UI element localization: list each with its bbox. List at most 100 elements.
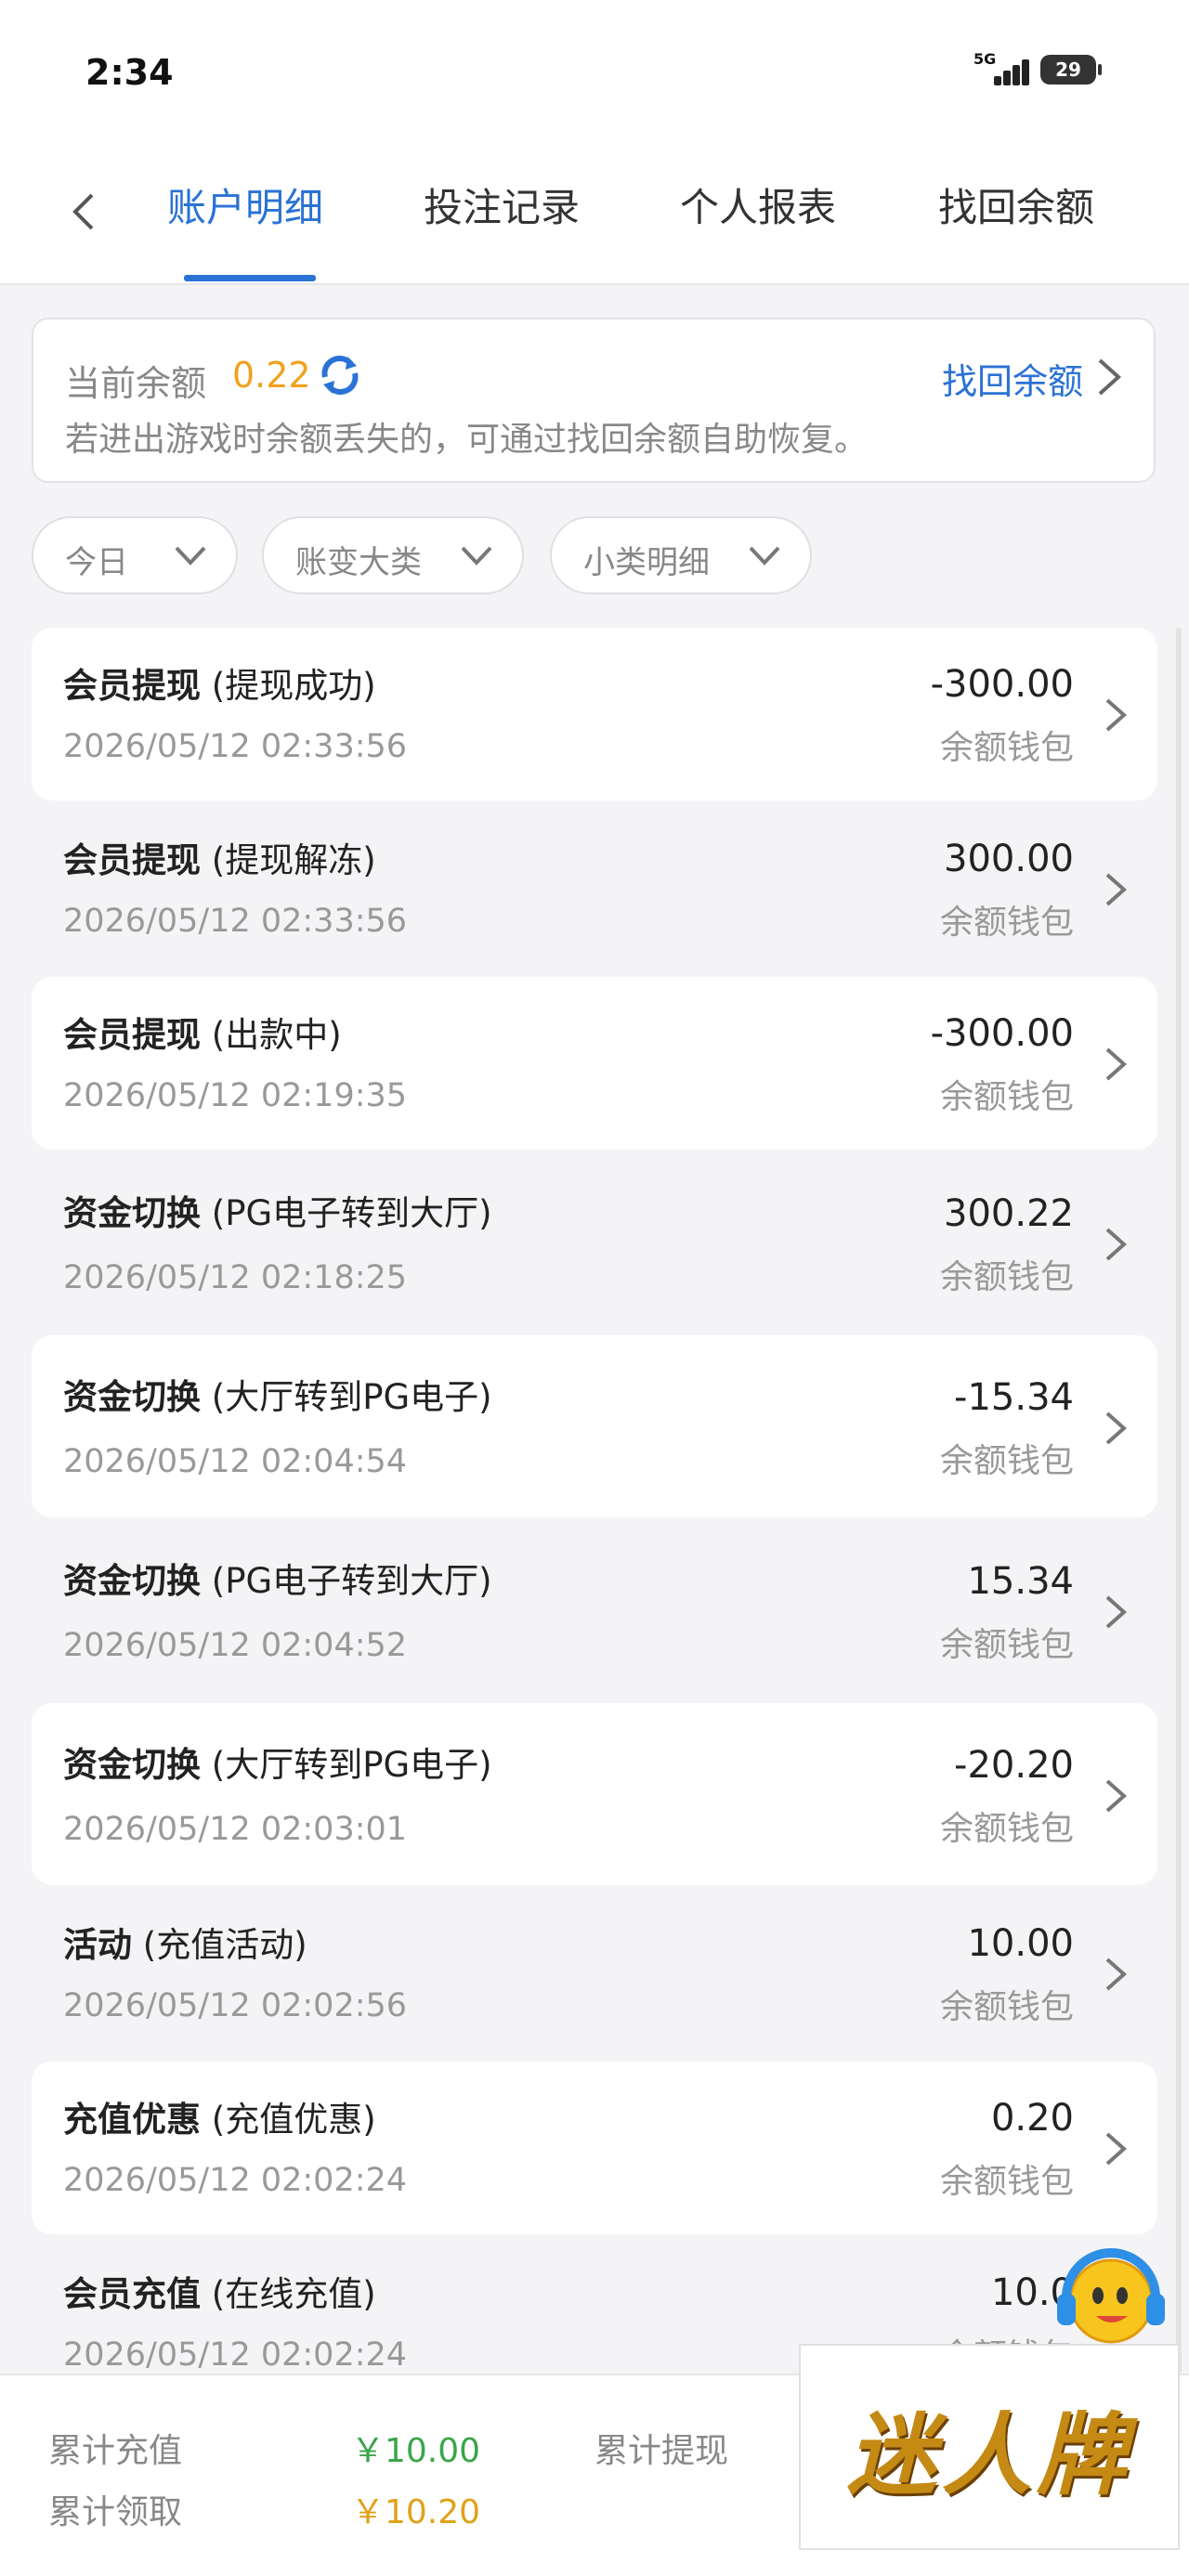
filter-date[interactable]: 今日: [32, 516, 238, 594]
transaction-detail: (充值活动): [142, 1925, 307, 1965]
transaction-wallet: 余额钱包: [939, 1988, 1074, 2026]
transaction-date: 2026/05/12 02:33:56: [63, 903, 408, 940]
chevron-right-icon: [1105, 2132, 1128, 2166]
balance-value: 0.22: [232, 355, 311, 396]
transaction-type: 资金切换: [63, 1561, 201, 1601]
transaction-date: 2026/05/12 02:18:25: [63, 1259, 408, 1296]
transaction-date: 2026/05/12 02:19:35: [63, 1077, 408, 1114]
transaction-amount: 10.00: [967, 1922, 1074, 1965]
list-item[interactable]: 活动 (充值活动) 2026/05/12 02:02:56 10.00 余额钱包: [32, 1887, 1157, 2060]
transaction-amount: 300.22: [944, 1192, 1074, 1235]
chevron-down-icon: [175, 546, 206, 566]
transaction-amount: -20.20: [954, 1744, 1074, 1787]
tab-personal-report[interactable]: 个人报表: [680, 176, 836, 233]
scrollbar[interactable]: [1176, 628, 1182, 2374]
transaction-wallet: 余额钱包: [939, 1810, 1074, 1848]
chevron-right-icon: [1105, 1958, 1128, 1991]
tab-bet-records[interactable]: 投注记录: [424, 176, 580, 233]
customer-support-icon[interactable]: [1046, 2242, 1176, 2353]
chevron-right-icon: [1105, 1412, 1128, 1445]
transaction-amount: 300.00: [944, 838, 1074, 880]
list-item[interactable]: 会员提现 (出款中) 2026/05/12 02:19:35 -300.00 余…: [32, 977, 1157, 1150]
back-icon[interactable]: [56, 184, 111, 240]
brand-logo: 迷人牌: [799, 2344, 1180, 2550]
recover-balance-link[interactable]: 找回余额: [942, 353, 1083, 404]
transaction-amount: -300.00: [930, 1012, 1074, 1055]
list-item[interactable]: 会员提现 (提现解冻) 2026/05/12 02:33:56 300.00 余…: [32, 802, 1157, 975]
transaction-wallet: 余额钱包: [939, 1626, 1074, 1664]
transaction-type: 会员提现: [63, 1015, 201, 1055]
top-nav: 账户明细 投注记录 个人报表 找回余额: [0, 139, 1189, 285]
transaction-type: 资金切换: [63, 1193, 201, 1233]
transaction-detail: (在线充值): [211, 2274, 376, 2314]
chevron-down-icon: [461, 546, 492, 566]
total-recharge-value: ￥10.00: [351, 2432, 481, 2470]
filter-subcategory-label: 小类明细: [583, 544, 710, 581]
transaction-detail: (PG电子转到大厅): [211, 1193, 492, 1233]
transaction-date: 2026/05/12 02:04:52: [63, 1627, 408, 1664]
transaction-detail: (充值优惠): [211, 2100, 376, 2140]
transaction-date: 2026/05/12 02:02:24: [63, 2162, 408, 2199]
brand-text: 迷人牌: [847, 2401, 1131, 2507]
tab-recover-balance[interactable]: 找回余额: [938, 176, 1094, 233]
total-recharge-label: 累计充值: [48, 2432, 183, 2470]
transaction-type: 会员充值: [63, 2274, 201, 2314]
filter-date-label: 今日: [65, 544, 128, 581]
total-withdraw-label: 累计提现: [594, 2432, 729, 2470]
transaction-type: 会员提现: [63, 666, 201, 706]
list-item[interactable]: 资金切换 (大厅转到PG电子) 2026/05/12 02:03:01 -20.…: [32, 1703, 1157, 1885]
total-received-label: 累计领取: [48, 2493, 183, 2531]
transaction-detail: (大厅转到PG电子): [211, 1377, 492, 1417]
signal-icon: 5G: [973, 50, 1029, 85]
transaction-detail: (大厅转到PG电子): [211, 1745, 492, 1785]
transaction-type: 会员提现: [63, 840, 201, 880]
transaction-wallet: 余额钱包: [939, 2163, 1074, 2201]
transaction-detail: (PG电子转到大厅): [211, 1561, 492, 1601]
tab-account-details[interactable]: 账户明细: [167, 176, 323, 233]
transaction-list[interactable]: 会员提现 (提现成功) 2026/05/12 02:33:56 -300.00 …: [32, 628, 1157, 2374]
chevron-right-icon: [1105, 1779, 1128, 1813]
transaction-wallet: 余额钱包: [939, 1078, 1074, 1116]
transaction-date: 2026/05/12 02:02:24: [63, 2336, 408, 2374]
list-item[interactable]: 资金切换 (PG电子转到大厅) 2026/05/12 02:04:52 15.3…: [32, 1519, 1157, 1701]
filter-category-label: 账变大类: [295, 544, 422, 581]
refresh-icon[interactable]: [316, 351, 364, 399]
balance-card: 当前余额 0.22 找回余额 若进出游戏时余额丢失的，可通过找回余额自助恢复。: [32, 318, 1156, 483]
transaction-amount: -15.34: [954, 1376, 1074, 1419]
transaction-detail: (提现解冻): [211, 840, 376, 880]
transaction-type: 资金切换: [63, 1745, 201, 1785]
clock: 2:34: [85, 52, 174, 93]
transaction-type: 资金切换: [63, 1377, 201, 1417]
chevron-right-icon: [1105, 1228, 1128, 1261]
transaction-date: 2026/05/12 02:03:01: [63, 1811, 408, 1848]
transaction-wallet: 余额钱包: [939, 1258, 1074, 1296]
total-received-value: ￥10.20: [351, 2493, 481, 2531]
chevron-right-icon: [1105, 1595, 1128, 1629]
transaction-detail: (出款中): [211, 1015, 342, 1055]
chevron-right-icon: [1105, 698, 1128, 732]
transaction-amount: -300.00: [930, 663, 1074, 706]
filter-category[interactable]: 账变大类: [262, 516, 524, 594]
transaction-detail: (提现成功): [211, 666, 376, 706]
list-item[interactable]: 会员提现 (提现成功) 2026/05/12 02:33:56 -300.00 …: [32, 628, 1157, 800]
transaction-wallet: 余额钱包: [939, 1442, 1074, 1480]
list-item[interactable]: 充值优惠 (充值优惠) 2026/05/12 02:02:24 0.20 余额钱…: [32, 2062, 1157, 2234]
transaction-date: 2026/05/12 02:33:56: [63, 728, 408, 765]
transaction-type: 充值优惠: [63, 2100, 201, 2140]
list-item[interactable]: 资金切换 (PG电子转到大厅) 2026/05/12 02:18:25 300.…: [32, 1151, 1157, 1334]
chevron-right-icon: [1105, 873, 1128, 906]
chevron-down-icon: [749, 546, 780, 566]
chevron-right-icon[interactable]: [1092, 357, 1126, 397]
balance-hint: 若进出游戏时余额丢失的，可通过找回余额自助恢复。: [65, 421, 869, 459]
filter-subcategory[interactable]: 小类明细: [550, 516, 812, 594]
transaction-amount: 0.20: [990, 2097, 1074, 2140]
status-bar: 2:34 5G 29: [0, 0, 1189, 139]
chevron-right-icon: [1105, 1047, 1128, 1081]
transaction-amount: 15.34: [967, 1560, 1074, 1603]
transaction-wallet: 余额钱包: [939, 729, 1074, 767]
transaction-type: 活动: [63, 1925, 132, 1965]
balance-label: 当前余额: [65, 363, 207, 404]
list-item[interactable]: 资金切换 (大厅转到PG电子) 2026/05/12 02:04:54 -15.…: [32, 1335, 1157, 1517]
battery-icon: 29: [1040, 55, 1102, 85]
status-icons: 5G 29: [973, 50, 1102, 85]
